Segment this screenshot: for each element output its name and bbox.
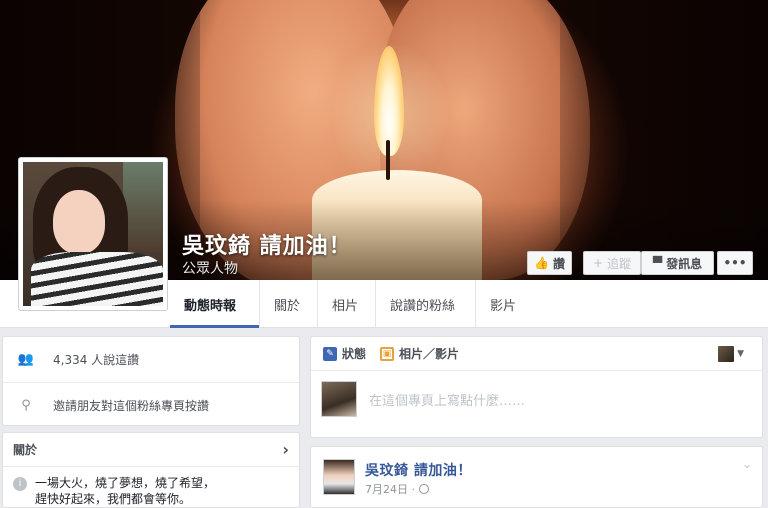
chevron-right-icon[interactable]: › bbox=[282, 440, 289, 459]
follow-button-label: 追蹤 bbox=[607, 256, 632, 271]
like-button[interactable]: 👍 讚 bbox=[527, 251, 572, 275]
more-button[interactable]: ••• bbox=[717, 251, 753, 275]
more-icon: ••• bbox=[723, 256, 747, 270]
post-author-name[interactable]: 吳玟錡 請加油！ bbox=[365, 460, 472, 480]
composer-tab-photo[interactable]: ▣ 相片／影片 bbox=[380, 345, 459, 362]
likes-card: 👥 4,334 人說這讚 ⚲ 邀請朋友對這個粉絲專頁按讚 bbox=[2, 336, 300, 426]
invite-friends-link[interactable]: 邀請朋友對這個粉絲專頁按讚 bbox=[53, 397, 209, 414]
about-title: 關於 bbox=[13, 443, 38, 457]
candle-wick bbox=[386, 140, 390, 180]
page-category: 公眾人物 bbox=[182, 261, 238, 277]
post-composer: ✎ 狀態 ▣ 相片／影片 ▼ 在這個專頁上寫點什麼…… bbox=[310, 336, 763, 438]
invite-icon: ⚲ bbox=[21, 397, 31, 413]
like-button-label: 讚 bbox=[552, 256, 565, 271]
about-text-line-1: 一場大火，燒了夢想，燒了希望， bbox=[35, 476, 216, 490]
plus-icon: + bbox=[592, 256, 604, 270]
globe-icon bbox=[419, 484, 429, 494]
photo-icon: ▣ bbox=[380, 346, 395, 361]
composer-input[interactable]: 在這個專頁上寫點什麼…… bbox=[369, 390, 525, 409]
composer-tab-status-label: 狀態 bbox=[342, 347, 367, 361]
post-as-avatar bbox=[718, 346, 735, 362]
post-author-avatar[interactable] bbox=[323, 459, 355, 495]
like-icon: 👍 bbox=[534, 256, 549, 270]
caret-down-icon: ▼ bbox=[737, 349, 744, 359]
composer-body[interactable]: 在這個專頁上寫點什麼…… bbox=[311, 371, 762, 427]
message-button[interactable]: ▀ 發訊息 bbox=[641, 251, 714, 275]
composer-tab-status[interactable]: ✎ 狀態 bbox=[323, 345, 366, 362]
people-icon: 👥 bbox=[17, 352, 35, 367]
profile-picture[interactable] bbox=[18, 157, 168, 311]
post-meta: 7月24日 · bbox=[365, 481, 429, 497]
profile-photo bbox=[23, 162, 163, 306]
about-text-line-2: 趕快好起來，我們都會等你。 bbox=[35, 492, 192, 506]
message-button-label: 發訊息 bbox=[666, 256, 703, 271]
tab-likes[interactable]: 說讚的粉絲 bbox=[376, 280, 476, 328]
chevron-down-icon[interactable]: ⌄ bbox=[742, 457, 752, 471]
about-description: i 一場大火，燒了夢想，燒了希望， 趕快好起來，我們都會等你。 bbox=[3, 467, 299, 508]
about-card: 關於 › i 一場大火，燒了夢想，燒了希望， 趕快好起來，我們都會等你。 bbox=[2, 432, 300, 508]
composer-avatar bbox=[321, 381, 357, 417]
profile-photo-background bbox=[123, 162, 163, 252]
profile-photo-face bbox=[53, 190, 105, 254]
post-as-selector[interactable]: ▼ bbox=[718, 346, 744, 362]
tab-videos[interactable]: 影片 bbox=[476, 280, 534, 328]
status-icon: ✎ bbox=[323, 346, 337, 361]
follow-button[interactable]: + 追蹤 bbox=[583, 251, 641, 275]
likes-count: 4,334 人說這讚 bbox=[53, 353, 140, 367]
profile-photo-shirt bbox=[31, 252, 163, 306]
message-icon: ▀ bbox=[652, 256, 663, 270]
tab-timeline[interactable]: 動態時報 bbox=[170, 280, 260, 328]
tab-photos[interactable]: 相片 bbox=[318, 280, 376, 328]
timeline-post: 吳玟錡 請加油！ 7月24日 · ⌄ bbox=[310, 446, 763, 508]
invite-friends-row[interactable]: ⚲ 邀請朋友對這個粉絲專頁按讚 bbox=[3, 382, 299, 427]
composer-tabs: ✎ 狀態 ▣ 相片／影片 ▼ bbox=[311, 337, 762, 371]
likes-count-row[interactable]: 👥 4,334 人說這讚 bbox=[3, 337, 299, 382]
page-title[interactable]: 吳玟錡 請加油！ bbox=[182, 228, 352, 260]
composer-tab-photo-label: 相片／影片 bbox=[399, 347, 460, 361]
tab-about[interactable]: 關於 bbox=[260, 280, 318, 328]
post-date[interactable]: 7月24日 · bbox=[365, 481, 415, 497]
info-icon: i bbox=[13, 477, 27, 491]
about-header[interactable]: 關於 › bbox=[3, 433, 299, 467]
